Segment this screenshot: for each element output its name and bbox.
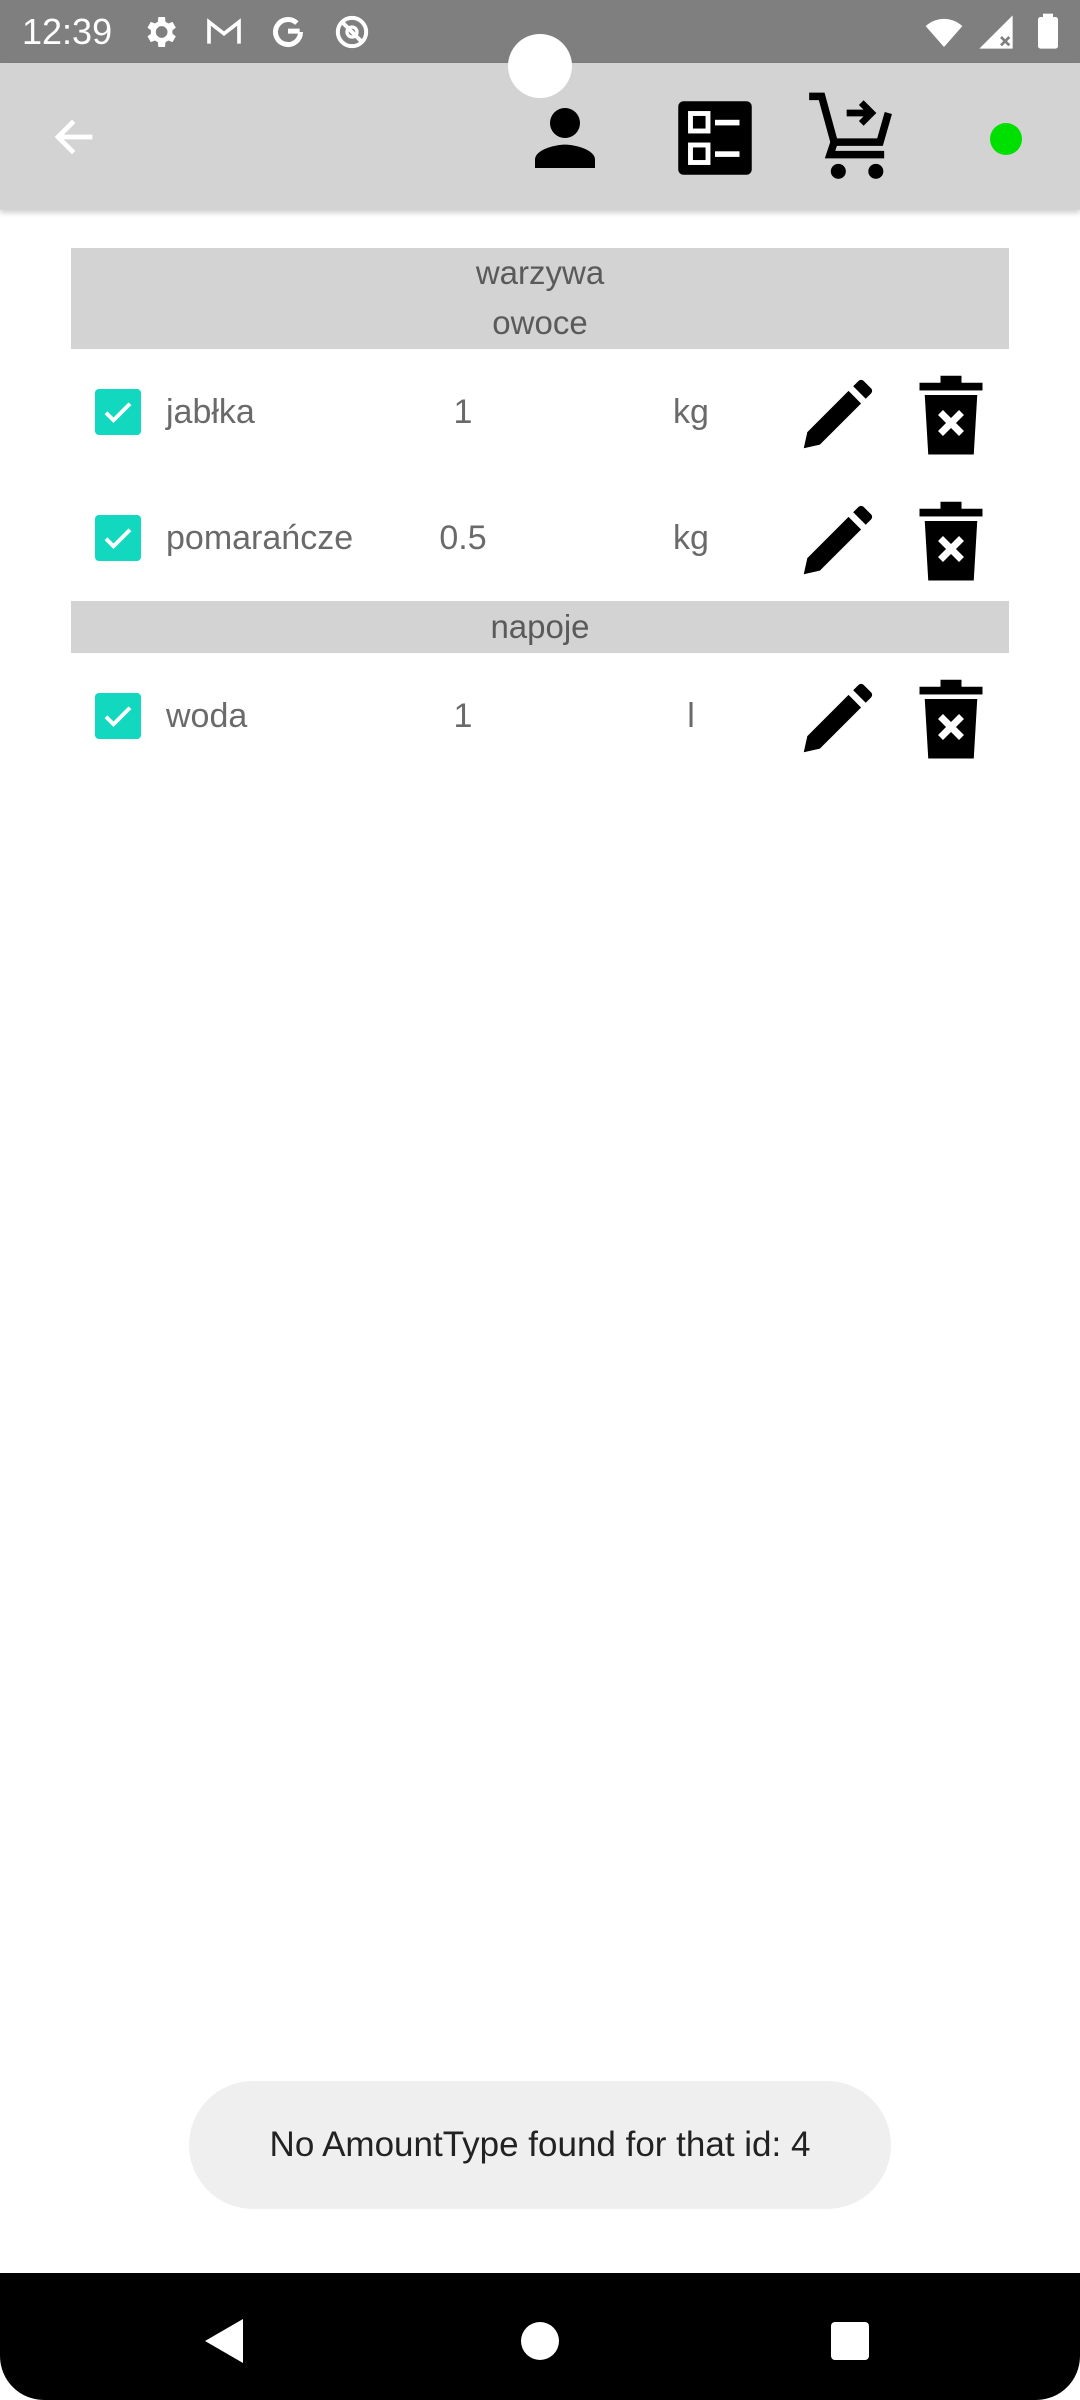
item-name: jabłka bbox=[166, 393, 255, 431]
edit-button[interactable] bbox=[793, 499, 879, 585]
profile-button[interactable] bbox=[515, 93, 615, 183]
pencil-icon bbox=[803, 505, 873, 575]
item-name: woda bbox=[166, 697, 248, 735]
group-header-line: owoce bbox=[492, 304, 588, 341]
check-icon bbox=[104, 402, 132, 424]
item-checkbox[interactable] bbox=[95, 693, 141, 739]
navigation-bar bbox=[0, 2273, 1080, 2400]
edit-button[interactable] bbox=[793, 373, 879, 459]
wifi-icon bbox=[925, 18, 963, 47]
person-icon bbox=[535, 108, 595, 168]
group-header: warzywa owoce bbox=[71, 248, 1009, 349]
item-unit: l bbox=[687, 697, 695, 735]
item-checkbox[interactable] bbox=[95, 515, 141, 561]
item-unit: kg bbox=[673, 393, 709, 431]
item-name: pomarańcze bbox=[166, 519, 354, 557]
battery-icon bbox=[1038, 13, 1058, 49]
delete-button[interactable] bbox=[916, 373, 986, 459]
item-unit: kg bbox=[673, 519, 709, 557]
item-amount: 1 bbox=[453, 697, 473, 735]
item-checkbox[interactable] bbox=[95, 389, 141, 435]
google-icon bbox=[273, 17, 303, 47]
status-time: 12:39 bbox=[22, 11, 113, 52]
nav-back-button[interactable] bbox=[195, 2311, 255, 2371]
list-item: jabłka 1 kg bbox=[71, 349, 1009, 475]
signal-icon bbox=[979, 15, 1013, 49]
list-item: pomarańcze 0.5 kg bbox=[71, 475, 1009, 601]
group-header-line: warzywa bbox=[475, 254, 605, 291]
add-to-cart-button[interactable] bbox=[800, 85, 910, 191]
triangle-back-icon bbox=[205, 2319, 243, 2363]
item-amount: 0.5 bbox=[439, 519, 487, 557]
trash-icon bbox=[919, 679, 983, 759]
status-icons-right bbox=[924, 12, 1068, 52]
item-amount: 1 bbox=[453, 393, 473, 431]
group-header-line: napoje bbox=[490, 608, 590, 645]
pencil-icon bbox=[803, 379, 873, 449]
pencil-icon bbox=[803, 683, 873, 753]
nav-home-button[interactable] bbox=[510, 2311, 570, 2371]
circle-home-icon bbox=[521, 2322, 559, 2360]
check-icon bbox=[104, 706, 132, 728]
arrow-left-icon bbox=[54, 119, 93, 155]
gear-icon bbox=[147, 17, 176, 47]
nav-recents-button[interactable] bbox=[820, 2311, 880, 2371]
check-icon bbox=[104, 528, 132, 550]
square-recents-icon bbox=[831, 2322, 869, 2360]
camera-cutout bbox=[508, 34, 572, 98]
online-status-indicator bbox=[990, 123, 1022, 155]
trash-icon bbox=[919, 375, 983, 455]
shopping-list: warzywa owoce jabłka 1 kg pomarańcze 0.5… bbox=[71, 248, 1009, 779]
toast-message: No AmountType found for that id: 4 bbox=[189, 2081, 891, 2209]
gmail-icon bbox=[207, 18, 241, 44]
group-header: napoje bbox=[71, 601, 1009, 653]
edit-button[interactable] bbox=[793, 677, 879, 763]
lists-button[interactable] bbox=[665, 93, 765, 183]
delete-button[interactable] bbox=[916, 499, 986, 585]
status-icons-left bbox=[140, 12, 372, 52]
cart-add-icon bbox=[809, 92, 892, 179]
no-sync-icon bbox=[335, 15, 369, 49]
list-icon bbox=[678, 101, 752, 175]
back-button[interactable] bbox=[36, 105, 112, 169]
trash-icon bbox=[919, 501, 983, 581]
list-item: woda 1 l bbox=[71, 653, 1009, 779]
delete-button[interactable] bbox=[916, 677, 986, 763]
